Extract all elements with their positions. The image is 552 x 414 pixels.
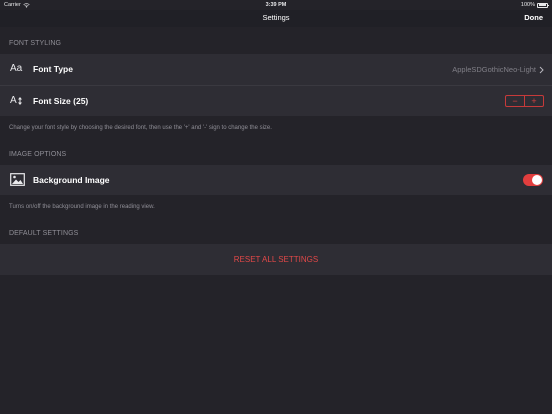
font-size-icon: A <box>10 95 22 106</box>
status-time: 3:39 PM <box>265 2 287 8</box>
font-size-icon-letter: A <box>10 95 17 106</box>
font-size-stepper[interactable]: − + <box>505 95 544 107</box>
increase-font-size-button[interactable]: + <box>525 96 543 106</box>
toggle-knob <box>532 175 542 185</box>
reset-all-settings-button[interactable]: RESET ALL SETTINGS <box>0 255 552 264</box>
background-image-label: Background Image <box>33 175 110 185</box>
image-options-footer: Turns on/off the background image in the… <box>9 204 155 210</box>
background-image-toggle[interactable] <box>523 174 543 186</box>
font-type-label: Font Type <box>33 64 73 74</box>
status-bar: Carrier 3:39 PM 100% <box>0 0 552 10</box>
navigation-bar: Settings Done <box>0 10 552 27</box>
page-title: Settings <box>262 13 290 22</box>
done-button[interactable]: Done <box>524 13 543 22</box>
up-down-arrow-icon <box>17 96 22 105</box>
font-type-value: AppleSDGothicNeo-Light <box>452 65 536 74</box>
battery-icon <box>537 2 549 8</box>
font-styling-footer: Change your font style by choosing the d… <box>9 125 272 131</box>
font-type-row[interactable]: Aa Font Type AppleSDGothicNeo-Light <box>0 54 552 85</box>
battery-fill <box>538 4 547 6</box>
battery-percent: 100% <box>520 2 535 8</box>
section-header-font-styling: FONT STYLING <box>9 40 62 47</box>
image-icon <box>10 173 25 186</box>
font-size-label: Font Size (25) <box>33 96 89 106</box>
section-header-default-settings: DEFAULT SETTINGS <box>9 230 79 237</box>
section-header-image-options: IMAGE OPTIONS <box>9 151 67 158</box>
decrease-font-size-button[interactable]: − <box>506 96 525 106</box>
reset-row[interactable]: RESET ALL SETTINGS <box>0 244 552 275</box>
background-image-row: Background Image <box>0 165 552 195</box>
battery-group: 100% <box>520 2 549 8</box>
font-type-icon: Aa <box>10 63 23 74</box>
chevron-right-icon <box>539 66 544 74</box>
font-size-row: A Font Size (25) − + <box>0 86 552 116</box>
